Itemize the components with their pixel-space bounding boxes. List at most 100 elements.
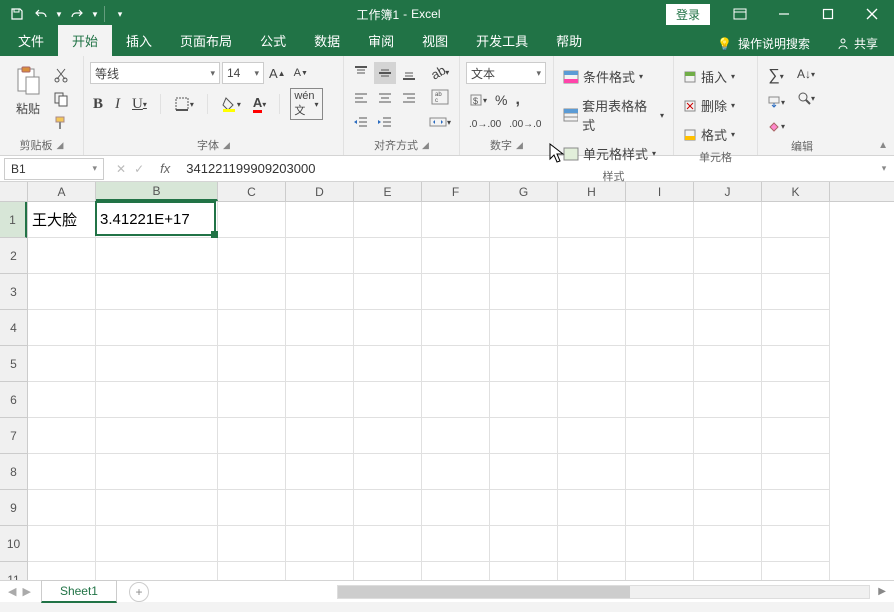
cell[interactable]: [96, 238, 218, 274]
cell[interactable]: [96, 562, 218, 580]
qat-customize-icon[interactable]: ▾: [109, 3, 131, 25]
horizontal-scrollbar[interactable]: [337, 585, 870, 599]
cell[interactable]: [558, 418, 626, 454]
cell[interactable]: [490, 418, 558, 454]
cell[interactable]: [422, 418, 490, 454]
tab-page-layout[interactable]: 页面布局: [166, 25, 246, 56]
cell[interactable]: [218, 562, 286, 580]
redo-icon[interactable]: [66, 3, 88, 25]
cell[interactable]: [96, 490, 218, 526]
cell[interactable]: [28, 346, 96, 382]
column-header[interactable]: E: [354, 182, 422, 201]
tab-developer[interactable]: 开发工具: [462, 25, 542, 56]
column-header[interactable]: I: [626, 182, 694, 201]
column-header[interactable]: A: [28, 182, 96, 201]
sheet-nav-next-icon[interactable]: ▶: [22, 585, 30, 598]
column-header[interactable]: B: [96, 182, 218, 201]
cell[interactable]: [218, 310, 286, 346]
format-painter-button[interactable]: [50, 112, 72, 134]
cell[interactable]: [218, 526, 286, 562]
cell[interactable]: [626, 202, 694, 238]
cell-styles-button[interactable]: 单元格样式▾: [560, 141, 659, 166]
save-icon[interactable]: [6, 3, 28, 25]
cell[interactable]: [218, 382, 286, 418]
font-launcher-icon[interactable]: ◢: [223, 140, 230, 151]
cell[interactable]: [558, 346, 626, 382]
cell[interactable]: [28, 526, 96, 562]
cell[interactable]: [218, 202, 286, 238]
accounting-format-icon[interactable]: $▾: [466, 90, 490, 110]
cell[interactable]: [28, 238, 96, 274]
sort-filter-icon[interactable]: A↓▾: [794, 64, 818, 84]
cell[interactable]: [694, 382, 762, 418]
cell[interactable]: [28, 418, 96, 454]
conditional-format-button[interactable]: 条件格式▾: [560, 64, 646, 89]
tab-help[interactable]: 帮助: [542, 25, 596, 56]
scroll-right-icon[interactable]: ▶: [878, 586, 886, 597]
cell[interactable]: [218, 418, 286, 454]
formula-input[interactable]: 341221199909203000: [178, 161, 874, 176]
sheet-nav-prev-icon[interactable]: ◀: [8, 585, 16, 598]
cell[interactable]: [28, 310, 96, 346]
row-header[interactable]: 3: [0, 274, 27, 310]
cancel-formula-icon[interactable]: ✕: [116, 162, 126, 176]
cell[interactable]: [354, 562, 422, 580]
cell[interactable]: [218, 238, 286, 274]
cell[interactable]: [558, 310, 626, 346]
cell[interactable]: [694, 202, 762, 238]
cell[interactable]: [422, 310, 490, 346]
cell[interactable]: [354, 274, 422, 310]
align-left-icon[interactable]: [350, 87, 372, 109]
cell[interactable]: [96, 310, 218, 346]
cell[interactable]: [354, 454, 422, 490]
cell[interactable]: [286, 310, 354, 346]
cell[interactable]: [626, 454, 694, 490]
border-button[interactable]: ▾: [171, 93, 197, 115]
add-sheet-button[interactable]: +: [129, 582, 149, 602]
undo-icon[interactable]: [30, 3, 52, 25]
align-top-icon[interactable]: [350, 62, 372, 84]
tab-data[interactable]: 数据: [300, 25, 354, 56]
cell[interactable]: [28, 490, 96, 526]
row-header[interactable]: 10: [0, 526, 27, 562]
cell[interactable]: [286, 382, 354, 418]
cell[interactable]: [354, 382, 422, 418]
row-header[interactable]: 6: [0, 382, 27, 418]
cell[interactable]: [218, 346, 286, 382]
fill-icon[interactable]: ▾: [764, 92, 788, 112]
paste-button[interactable]: 粘贴: [6, 60, 50, 117]
cell[interactable]: [354, 418, 422, 454]
cell[interactable]: [694, 490, 762, 526]
cell[interactable]: [422, 454, 490, 490]
cell[interactable]: [694, 238, 762, 274]
cell[interactable]: [286, 418, 354, 454]
cell[interactable]: [422, 274, 490, 310]
cell[interactable]: [354, 526, 422, 562]
cell[interactable]: [626, 346, 694, 382]
cell[interactable]: [490, 490, 558, 526]
ribbon-display-icon[interactable]: [718, 0, 762, 28]
cell[interactable]: [96, 526, 218, 562]
collapse-ribbon-icon[interactable]: ▲: [878, 140, 888, 151]
cell[interactable]: [286, 238, 354, 274]
column-header[interactable]: C: [218, 182, 286, 201]
cell[interactable]: [96, 418, 218, 454]
cell[interactable]: [422, 490, 490, 526]
cell[interactable]: [558, 238, 626, 274]
row-header[interactable]: 9: [0, 490, 27, 526]
cell[interactable]: [422, 382, 490, 418]
cell[interactable]: [762, 418, 830, 454]
cell[interactable]: [28, 274, 96, 310]
decrease-indent-icon[interactable]: [350, 112, 372, 134]
cell[interactable]: [558, 274, 626, 310]
cell[interactable]: [558, 382, 626, 418]
cell[interactable]: [694, 418, 762, 454]
tab-formulas[interactable]: 公式: [246, 25, 300, 56]
cell[interactable]: [694, 310, 762, 346]
copy-button[interactable]: [50, 88, 72, 110]
find-select-icon[interactable]: ▾: [794, 88, 818, 108]
cell[interactable]: [490, 526, 558, 562]
cell[interactable]: [422, 526, 490, 562]
cell[interactable]: [626, 274, 694, 310]
column-header[interactable]: J: [694, 182, 762, 201]
